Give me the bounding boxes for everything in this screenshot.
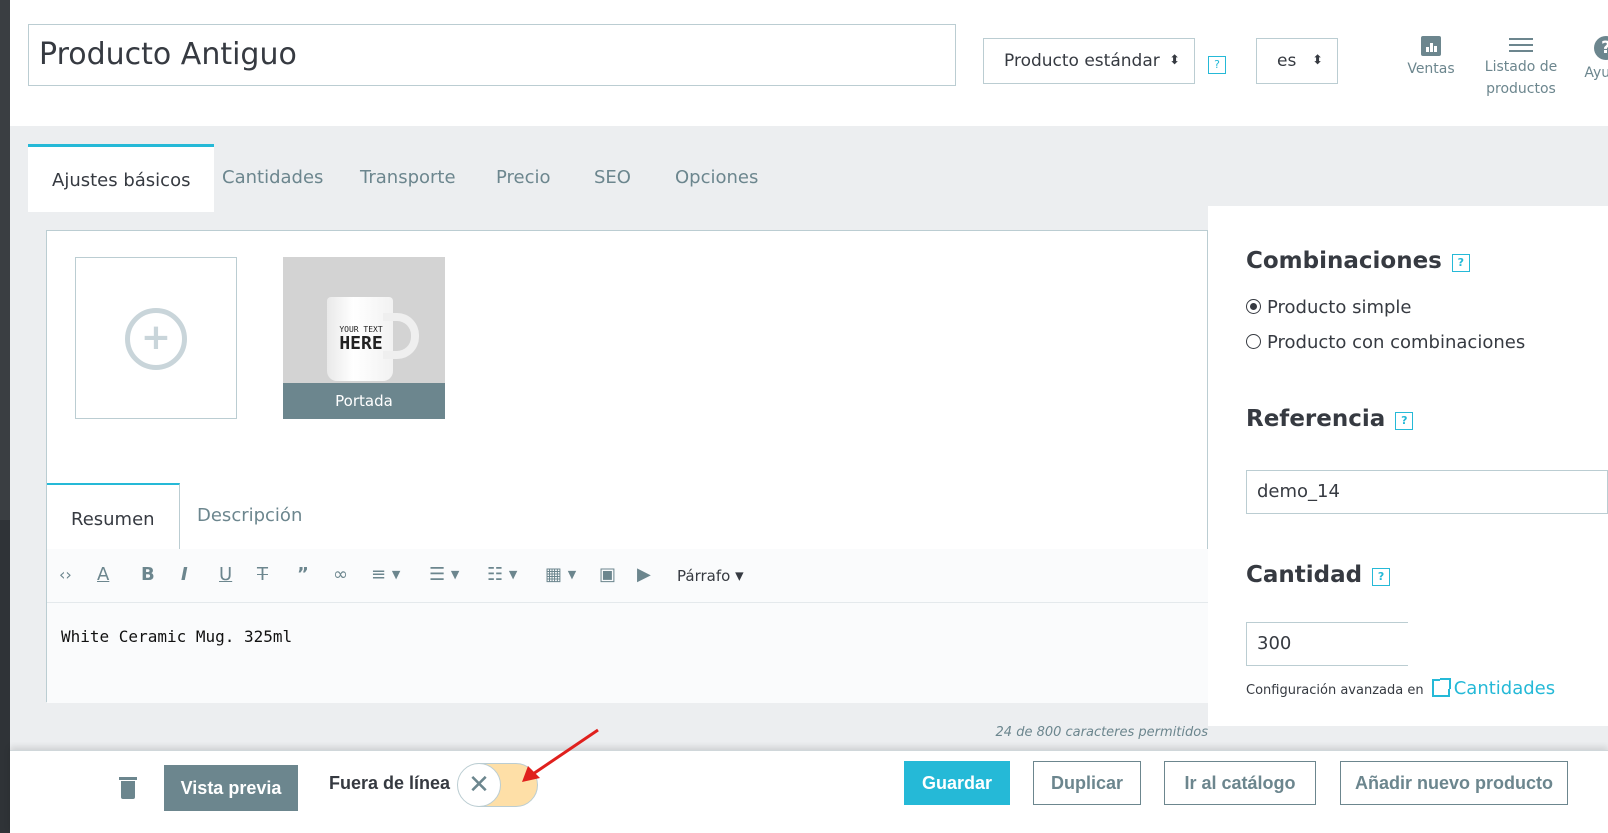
mug-print: YOUR TEXT HERE — [333, 323, 389, 354]
product-list-label-2: productos — [1486, 81, 1556, 97]
align-icon[interactable]: ≡ ▼ — [371, 563, 400, 587]
summary-text: White Ceramic Mug. 325ml — [61, 627, 293, 646]
link-icon[interactable]: ∞ — [333, 563, 348, 587]
product-image-thumbnail[interactable]: YOUR TEXT HERE Portada — [283, 257, 445, 419]
bold-icon[interactable]: B — [141, 563, 155, 587]
annotation-arrow-icon — [522, 728, 599, 782]
left-edge-strip — [0, 0, 10, 833]
tab-seo[interactable]: SEO — [594, 144, 631, 212]
tab-shipping[interactable]: Transporte — [360, 144, 456, 212]
blockquote-icon[interactable]: ” — [297, 563, 309, 587]
help-icon[interactable]: ? — [1395, 412, 1414, 430]
tab-summary[interactable]: Resumen — [47, 483, 180, 549]
strikethrough-icon[interactable]: T — [257, 563, 268, 587]
radio-unchecked-icon[interactable] — [1246, 334, 1261, 349]
duplicate-button[interactable]: Duplicar — [1033, 761, 1141, 805]
quantity-title: Cantidad? — [1246, 562, 1391, 588]
help-link[interactable]: ? Ayuda — [1576, 36, 1608, 84]
page-header: Producto Antiguo Producto estándar ⬍ ? e… — [10, 0, 1608, 126]
quantity-title-text: Cantidad — [1246, 562, 1363, 588]
combinations-title-text: Combinaciones — [1246, 248, 1442, 274]
radio-simple-product[interactable]: Producto simple — [1246, 297, 1412, 318]
sales-link[interactable]: Ventas — [1396, 36, 1466, 80]
bar-chart-icon — [1421, 36, 1441, 56]
go-to-catalog-button[interactable]: Ir al catálogo — [1164, 761, 1316, 805]
text-color-icon[interactable]: A — [97, 563, 109, 587]
offline-label: Fuera de línea — [329, 773, 451, 793]
language-value: es — [1277, 51, 1297, 71]
reference-input[interactable]: demo_14 — [1246, 470, 1608, 514]
radio-simple-label: Producto simple — [1267, 297, 1412, 318]
help-icon[interactable]: ? — [1372, 568, 1391, 586]
save-button[interactable]: Guardar — [904, 761, 1010, 805]
radio-checked-icon[interactable] — [1246, 299, 1261, 314]
reference-title-text: Referencia — [1246, 406, 1386, 432]
help-icon[interactable]: ? — [1208, 56, 1226, 74]
paragraph-label: Párrafo — [677, 567, 731, 585]
radio-combinations-label: Producto con combinaciones — [1267, 332, 1526, 353]
product-list-link[interactable]: Listado de productos — [1476, 36, 1566, 100]
add-image-dropzone[interactable]: + — [75, 257, 237, 419]
table-icon[interactable]: ▦ ▼ — [545, 563, 576, 587]
advanced-config-note: Configuración avanzada en Cantidades — [1246, 678, 1555, 699]
cover-label: Portada — [283, 383, 445, 419]
sales-link-label: Ventas — [1407, 61, 1455, 77]
quantity-input[interactable]: 300 — [1246, 622, 1408, 666]
basic-settings-panel: + YOUR TEXT HERE Portada Resumen Descrip… — [46, 230, 1209, 703]
advanced-config-text: Configuración avanzada en — [1246, 683, 1424, 698]
combinations-title: Combinaciones? — [1246, 248, 1470, 274]
editor-toolbar: ‹› A B I U T ” ∞ ≡ ▼ ☰ ▼ ☷ ▼ ▦ ▼ ▣ ▶ Pár… — [47, 549, 1209, 603]
italic-icon[interactable]: I — [181, 563, 188, 587]
media-icon[interactable]: ▶ — [637, 563, 651, 587]
help-icon[interactable]: ? — [1451, 254, 1470, 272]
tab-description[interactable]: Descripción — [197, 483, 302, 549]
product-name-input[interactable]: Producto Antiguo — [28, 24, 956, 86]
right-sidebar: Combinaciones? Producto simple Producto … — [1208, 206, 1608, 726]
mug-text-big: HERE — [339, 333, 383, 354]
preview-button[interactable]: Vista previa — [164, 765, 298, 811]
product-list-label-1: Listado de — [1484, 59, 1558, 75]
question-circle-icon: ? — [1594, 36, 1608, 60]
tab-basic-settings[interactable]: Ajustes básicos — [28, 144, 215, 212]
help-link-label: Ayuda — [1584, 65, 1608, 81]
plus-circle-icon: + — [125, 308, 187, 370]
product-type-select[interactable]: Producto estándar ⬍ — [983, 38, 1195, 84]
description-tabs: Resumen Descripción — [47, 483, 1209, 549]
language-select[interactable]: es ⬍ — [1256, 38, 1338, 84]
image-icon[interactable]: ▣ — [599, 563, 616, 587]
code-icon[interactable]: ‹› — [59, 563, 72, 587]
add-new-product-button[interactable]: Añadir nuevo producto — [1340, 761, 1568, 805]
numbered-list-icon[interactable]: ☷ ▼ — [487, 563, 517, 587]
tab-pricing[interactable]: Precio — [496, 144, 551, 212]
summary-editor[interactable]: White Ceramic Mug. 325ml — [47, 603, 1209, 703]
tab-quantities[interactable]: Cantidades — [222, 144, 323, 212]
sort-caret-icon: ⬍ — [1169, 53, 1180, 68]
tab-options[interactable]: Opciones — [675, 144, 758, 212]
trash-icon[interactable] — [119, 777, 137, 799]
radio-product-combinations[interactable]: Producto con combinaciones — [1246, 332, 1525, 353]
underline-icon[interactable]: U — [219, 563, 232, 587]
reference-title: Referencia? — [1246, 406, 1414, 432]
list-icon — [1509, 36, 1533, 54]
close-icon: ✕ — [457, 763, 501, 807]
advanced-quantities-link[interactable]: Cantidades — [1454, 678, 1555, 699]
footer-toolbar: Vista previa Fuera de línea ✕ Guardar Du… — [10, 750, 1608, 833]
sort-caret-icon: ⬍ — [1312, 53, 1323, 68]
bullet-list-icon[interactable]: ☰ ▼ — [429, 563, 459, 587]
character-count: 24 de 800 caracteres permitidos — [995, 725, 1208, 740]
paragraph-format-dropdown[interactable]: Párrafo ▼ — [677, 564, 744, 589]
product-type-value: Producto estándar — [1004, 51, 1160, 71]
external-link-icon[interactable] — [1431, 678, 1451, 697]
